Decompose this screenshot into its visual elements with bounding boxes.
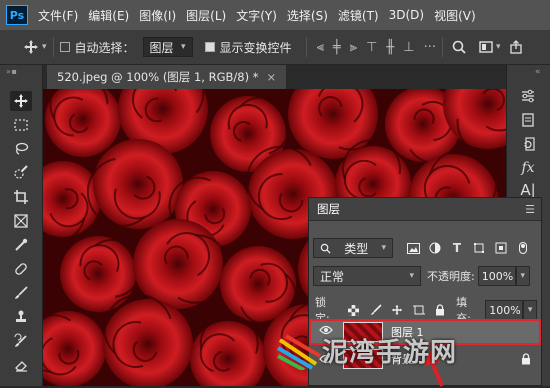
divider — [441, 37, 443, 57]
adjustments-icon[interactable] — [515, 85, 541, 107]
clone-stamp-icon[interactable] — [10, 307, 32, 327]
close-icon[interactable]: × — [266, 70, 276, 84]
document-tab[interactable]: 520.jpeg @ 100% (图层 1, RGB/8) * × — [47, 65, 287, 89]
lasso-icon[interactable] — [10, 139, 32, 159]
menu-filter[interactable]: 滤镜(T) — [338, 7, 379, 24]
layer-filter-row: 类型 ▾ T — [313, 238, 537, 258]
filter-toggle-icon[interactable] — [515, 240, 531, 256]
lock-position-icon[interactable] — [389, 302, 405, 318]
show-transform-checkbox[interactable] — [204, 42, 215, 52]
crop-icon[interactable] — [10, 187, 32, 207]
panel-collapse-icon[interactable]: « — [535, 67, 541, 77]
chevron-down-icon: ▾ — [409, 271, 414, 281]
align-vcenter-icon[interactable]: ╫ — [386, 40, 394, 55]
quick-select-icon[interactable] — [10, 163, 32, 183]
chevron-down-icon: ▾ — [527, 305, 533, 315]
fill-value: 100% — [489, 303, 521, 317]
fill-dropdown-button[interactable]: ▾ — [523, 300, 537, 320]
filter-kind-value: 类型 — [344, 241, 369, 256]
fill-input[interactable]: 100% — [485, 300, 524, 320]
opacity-value: 100% — [481, 269, 514, 283]
pixel-filter-icon[interactable] — [405, 240, 421, 256]
lock-all-icon[interactable] — [433, 302, 449, 318]
type-filter-icon[interactable]: T — [449, 240, 465, 256]
chevron-down-icon[interactable]: ▾ — [496, 42, 501, 52]
site-watermark: 泥湾手游网 — [276, 330, 457, 370]
watermark-logo-icon — [276, 334, 322, 370]
menu-view[interactable]: 视图(V) — [434, 7, 476, 24]
more-options-icon[interactable]: ··· — [424, 40, 436, 55]
shape-filter-icon[interactable] — [471, 240, 487, 256]
align-left-icon[interactable]: ⫷ — [317, 40, 324, 55]
chevron-down-icon: ▾ — [181, 42, 186, 52]
lock-icon — [521, 353, 531, 365]
lock-pixels-icon[interactable] — [368, 302, 384, 318]
menu-image[interactable]: 图像(I) — [139, 7, 176, 24]
menu-type[interactable]: 文字(Y) — [236, 7, 277, 24]
auto-select-checkbox[interactable] — [59, 42, 70, 52]
move-icon[interactable] — [10, 91, 32, 111]
eraser-icon[interactable] — [10, 355, 32, 375]
filter-kind-dropdown[interactable]: 类型 ▾ — [313, 238, 393, 258]
lock-artboard-icon[interactable] — [411, 302, 427, 318]
history-brush-icon[interactable] — [10, 331, 32, 351]
align-buttons: ⫷ ╪ ⫸ ⊤ ╫ ⊥ ··· — [317, 40, 436, 55]
menu-bar: Ps 文件(F) 编辑(E) 图像(I) 图层(L) 文字(Y) 选择(S) 滤… — [0, 0, 550, 30]
menu-3d[interactable]: 3D(D) — [389, 8, 424, 22]
adjustment-filter-icon[interactable] — [427, 240, 443, 256]
panel-menu-icon[interactable]: ☰ — [525, 203, 535, 216]
chevron-down-icon[interactable]: ▾ — [42, 42, 47, 52]
blend-opacity-row: 正常 ▾ 不透明度: 100% ▾ — [313, 266, 537, 286]
lock-transparency-icon[interactable] — [346, 302, 362, 318]
frame-icon[interactable] — [10, 211, 32, 231]
rose-bloom — [103, 299, 193, 386]
photoshop-logo[interactable]: Ps — [6, 5, 28, 25]
blend-mode-dropdown[interactable]: 正常 ▾ — [313, 266, 421, 286]
layers-panel-header: 图层 ☰ — [309, 198, 541, 221]
layers-panel-title[interactable]: 图层 — [317, 201, 340, 217]
chevron-down-icon: ▾ — [381, 243, 386, 253]
smart-object-filter-icon[interactable] — [493, 240, 509, 256]
tools-panel: » ▪ — [0, 65, 43, 386]
align-hcenter-icon[interactable]: ╪ — [333, 40, 341, 55]
blend-mode-value: 正常 — [320, 269, 345, 284]
opacity-dropdown-button[interactable]: ▾ — [515, 266, 530, 286]
eyedropper-icon[interactable] — [10, 235, 32, 255]
workspace-icon[interactable] — [479, 40, 493, 54]
align-right-icon[interactable]: ⫸ — [350, 40, 357, 55]
document-tab-bar: 520.jpeg @ 100% (图层 1, RGB/8) * × — [43, 65, 506, 89]
auto-select-target-dropdown[interactable]: 图层 ▾ — [142, 37, 193, 57]
show-transform-label: 显示变换控件 — [219, 40, 292, 55]
rose-bloom — [60, 236, 136, 312]
auto-select-target-value: 图层 — [149, 40, 174, 55]
align-bottom-icon[interactable]: ⊥ — [403, 40, 414, 55]
properties-icon[interactable] — [515, 109, 541, 131]
menu-edit[interactable]: 编辑(E) — [88, 7, 129, 24]
healing-brush-icon[interactable] — [10, 259, 32, 279]
document-tab-title: 520.jpeg @ 100% (图层 1, RGB/8) * — [57, 70, 259, 84]
chevron-down-icon: ▾ — [520, 271, 525, 281]
move-tool-preset-icon[interactable] — [22, 38, 40, 56]
search-icon — [320, 243, 331, 254]
menu-select[interactable]: 选择(S) — [287, 7, 328, 24]
auto-select-label: 自动选择： — [74, 40, 135, 55]
watermark-text: 泥湾手游网 — [322, 337, 458, 368]
fx-styles-icon[interactable]: fx — [515, 157, 541, 179]
rect-marquee-icon[interactable] — [10, 115, 32, 135]
opacity-input[interactable]: 100% — [477, 266, 516, 286]
menu-layer[interactable]: 图层(L) — [186, 7, 226, 24]
history-icon[interactable] — [515, 133, 541, 155]
divider — [52, 37, 54, 57]
search-icon[interactable] — [451, 39, 467, 55]
share-icon[interactable] — [509, 40, 523, 54]
opacity-label: 不透明度: — [427, 270, 475, 283]
divider — [305, 37, 307, 57]
rose-bloom — [93, 139, 183, 229]
brush-icon[interactable] — [10, 283, 32, 303]
panel-collapse-icon[interactable]: » ▪ — [6, 67, 17, 76]
options-bar: ▾ 自动选择： 图层 ▾ 显示变换控件 ⫷ ╪ ⫸ ⊤ ╫ ⊥ ··· ▾ — [0, 30, 550, 65]
menu-file[interactable]: 文件(F) — [38, 7, 78, 24]
align-top-icon[interactable]: ⊤ — [366, 40, 377, 55]
